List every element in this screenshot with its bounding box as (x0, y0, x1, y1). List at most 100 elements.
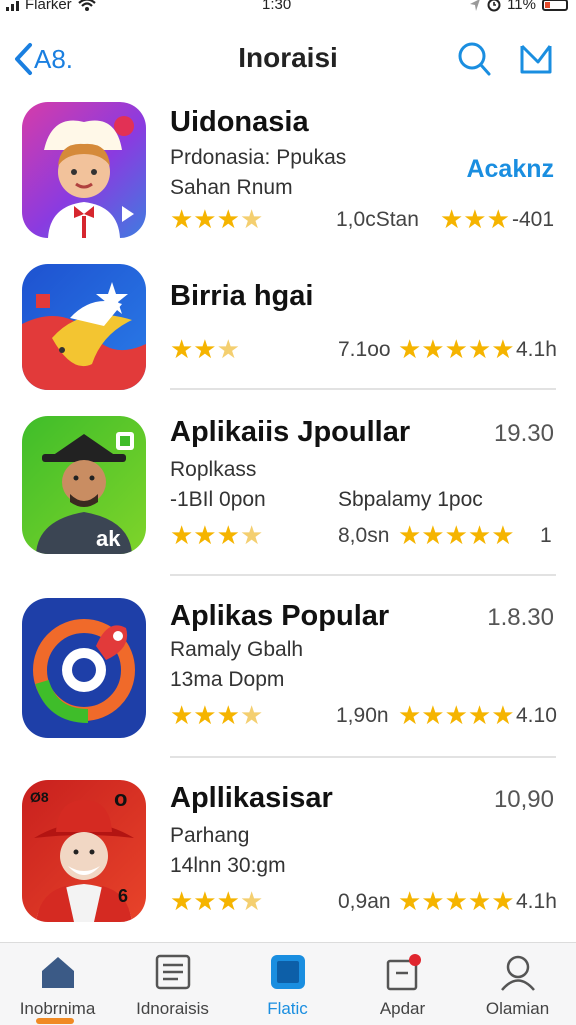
app-name[interactable]: Uidonasia (170, 106, 309, 139)
elder-avatar-icon: o Ø8 6 (30, 786, 134, 922)
rating-value: 4.1h (516, 338, 557, 361)
rating-value: -401 (512, 208, 555, 231)
app-meta: 7.1oo (338, 338, 391, 361)
tab-apps[interactable]: Flatic (230, 943, 345, 1025)
app-name[interactable]: Aplikaiis Jpoullar (170, 416, 410, 449)
list-icon (155, 954, 191, 990)
app-name[interactable]: Apllikasisar (170, 782, 333, 815)
square-app-icon (271, 955, 305, 989)
app-subtitle: Parhang (170, 824, 250, 847)
tab-profile[interactable]: Olamian (460, 943, 575, 1025)
app-row-2[interactable]: Birria hgai ★★★ 7.1oo ★★★★★ 4.1h (0, 258, 576, 390)
svg-text:6: 6 (118, 886, 128, 906)
row-divider (170, 756, 556, 758)
tab-updates[interactable]: Apdar (345, 943, 460, 1025)
star-icons: ★★★ (170, 886, 240, 916)
app-meta: 8,0sn (338, 524, 390, 547)
app-row-3[interactable]: ak Aplikaiis Jpoullar 19.30 Roplkass -1B… (0, 408, 576, 568)
app-icon-bird[interactable] (22, 264, 146, 390)
home-icon (42, 957, 74, 988)
location-icon (470, 0, 480, 11)
navigation-bar: A8. Inoraisi (0, 30, 576, 92)
tab-home[interactable]: Inobrnima (0, 943, 115, 1025)
svg-text:o: o (114, 786, 127, 811)
app-subtitle-3: Sbpalamy 1poc (338, 488, 483, 511)
half-star-icon: ★ (239, 886, 264, 916)
compass-logo-icon (33, 619, 135, 723)
rating-stars-right: ★★★★★ (398, 334, 515, 364)
app-icon-compass[interactable] (22, 598, 146, 738)
app-subtitle-2: 13ma Dopm (170, 668, 285, 691)
half-star-icon: ★ (216, 334, 240, 364)
status-left: Flarker (6, 0, 96, 13)
star-icons: ★★★ (170, 204, 240, 234)
app-price: 10,90 (493, 786, 554, 813)
alarm-icon (487, 0, 501, 11)
half-star-icon: ★ (239, 700, 264, 730)
star-icons: ★★★ (170, 520, 240, 550)
search-icon[interactable] (456, 40, 492, 78)
app-meta: 1,90n (336, 704, 389, 727)
app-subtitle: Prdonasia: Ppukas (170, 146, 347, 169)
profile-icon (501, 955, 535, 991)
share-icon[interactable] (518, 40, 554, 78)
app-subtitle-2: Sahan Rnum (170, 176, 293, 199)
app-subtitle-2: 14lnn 30:gm (170, 854, 286, 877)
star-icons: ★★★ (170, 700, 240, 730)
rating-value: 1 (540, 524, 552, 547)
updates-icon (386, 954, 421, 991)
tab-label: Apdar (379, 999, 426, 1018)
wifi-icon (77, 0, 96, 11)
app-row-4[interactable]: Aplikas Popular 1.8.30 Ramaly Gbalh 13ma… (0, 592, 576, 752)
rating-value: 4.10 (516, 704, 557, 727)
status-bar: Flarker 1:30 11% (0, 0, 576, 18)
rating-stars: ★★★ (170, 334, 240, 365)
tab-list[interactable]: Idnoraisis (115, 943, 230, 1025)
app-name[interactable]: Aplikas Popular (170, 600, 389, 633)
tab-bar: Inobrnima Idnoraisis Flatic Apdar Olamia… (0, 942, 576, 1025)
bird-graphic-icon (22, 282, 146, 390)
app-name[interactable]: Birria hgai (170, 280, 313, 313)
rating-stars-right: ★★★ (440, 204, 510, 234)
app-icon-elder[interactable]: o Ø8 6 (22, 780, 146, 922)
status-time: 1:30 (262, 0, 292, 13)
app-subtitle: Roplkass (170, 458, 257, 481)
man-avatar-icon: ak (36, 432, 134, 554)
app-subtitle-2: -1BIl 0pon (170, 488, 266, 511)
app-meta: 0,9an (338, 890, 391, 913)
rating-stars-right: ★★★★★ (398, 886, 515, 916)
row-divider (170, 574, 556, 576)
svg-text:Ø8: Ø8 (30, 789, 49, 805)
signal-icon (6, 0, 19, 11)
tab-label: Idnoraisis (136, 999, 209, 1018)
rating-stars-right: ★★★★★ (398, 700, 515, 730)
rating-stars: ★★★★ (170, 204, 263, 235)
chef-avatar-icon (44, 116, 134, 238)
half-star-icon: ★ (239, 520, 264, 550)
app-price: 1.8.30 (487, 604, 554, 631)
tab-label: Olamian (485, 999, 550, 1018)
rating-stars: ★★★★ (170, 700, 263, 731)
app-price: 19.30 (493, 420, 554, 447)
active-tab-indicator (36, 1018, 74, 1024)
carrier-label: Flarker (25, 0, 72, 13)
app-subtitle: Ramaly Gbalh (170, 638, 304, 661)
app-row-1[interactable]: Uidonasia Prdonasia: Ppukas Sahan Rnum A… (0, 98, 576, 258)
rating-stars: ★★★★ (170, 886, 263, 917)
svg-text:ak: ak (96, 526, 121, 551)
half-star-icon: ★ (239, 204, 264, 234)
rating-value: 4.1h (516, 890, 557, 913)
status-right: 11% (469, 0, 568, 13)
rating-stars: ★★★★ (170, 520, 263, 551)
app-action-button[interactable]: Acaknz (466, 155, 554, 184)
app-icon-man[interactable]: ak (22, 416, 146, 554)
battery-icon (542, 0, 568, 11)
row-divider (170, 388, 556, 390)
tab-label: Inobrnima (19, 999, 96, 1018)
tab-label: Flatic (267, 999, 308, 1018)
app-icon-chef[interactable] (22, 102, 146, 238)
app-meta: 1,0cStan (336, 208, 419, 231)
battery-percent: 11% (507, 0, 536, 13)
star-icons: ★★ (170, 334, 217, 364)
app-row-5[interactable]: o Ø8 6 Apllikasisar 10,90 Parhang 14lnn … (0, 774, 576, 934)
